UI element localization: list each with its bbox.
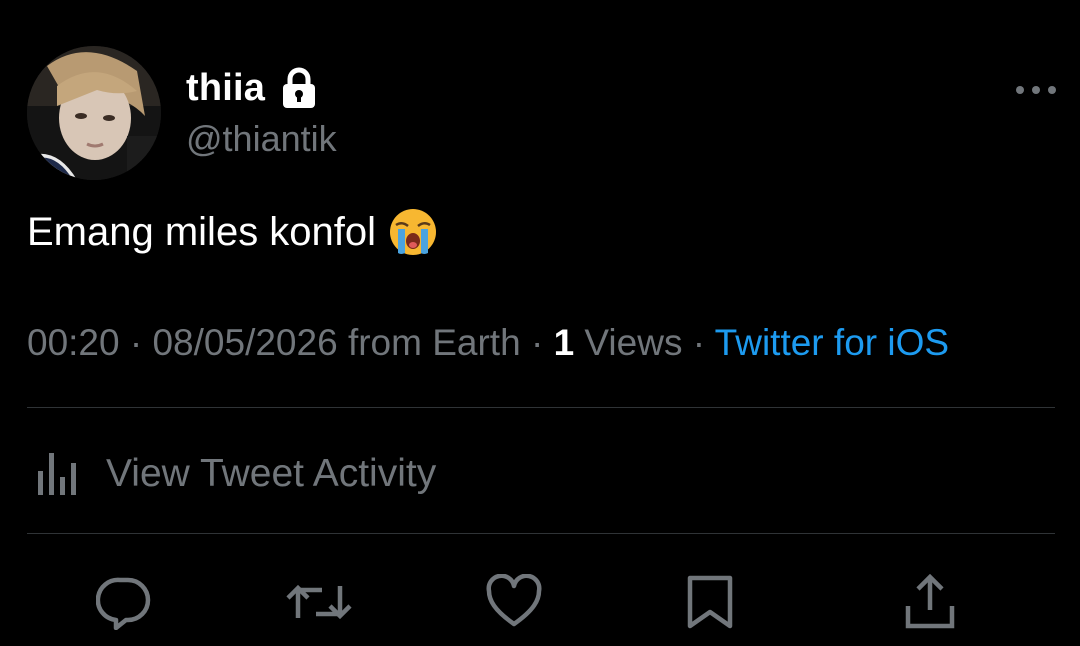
view-tweet-activity-button[interactable]: View Tweet Activity [34,446,436,502]
more-options-button[interactable] [1014,78,1058,102]
bookmark-button[interactable] [682,574,738,630]
tweet-body: Emang miles konfol [27,209,377,254]
share-icon [905,574,955,629]
meta-separator: · [520,322,554,363]
display-name[interactable]: thiia [186,67,265,110]
tweet-text: Emang miles konfol [27,207,438,257]
tweet-time[interactable]: 00:20 [27,322,120,363]
more-icon [1016,86,1056,94]
views-label: Views [574,322,683,363]
tweet-date[interactable]: 08/05/2026 [152,322,337,363]
meta-separator: · [682,322,715,363]
heart-icon [486,574,542,627]
lock-icon [279,67,319,109]
share-button[interactable] [902,574,958,630]
like-button[interactable] [486,574,542,630]
tweet-detail: thiia @thiantik Emang miles konfol 00:20… [0,0,1080,646]
loudly-crying-face-icon [388,207,438,257]
activity-label: View Tweet Activity [106,452,437,495]
tweet-location: from Earth [337,322,521,363]
display-name-row: thiia [186,66,319,110]
user-handle[interactable]: @thiantik [186,118,337,160]
reply-button[interactable] [96,574,152,630]
meta-separator: · [119,322,153,363]
reply-icon [96,577,151,630]
divider [27,407,1055,408]
tweet-meta: 00:20 · 08/05/2026 from Earth · 1 Views … [27,322,949,364]
views-count: 1 [553,322,575,363]
divider [27,533,1055,534]
profile-photo [27,46,161,180]
bookmark-icon [687,575,733,629]
retweet-icon [286,584,352,620]
retweet-button[interactable] [286,574,352,630]
analytics-icon [34,447,82,502]
source-link[interactable]: Twitter for iOS [715,322,949,363]
avatar[interactable] [27,46,161,180]
